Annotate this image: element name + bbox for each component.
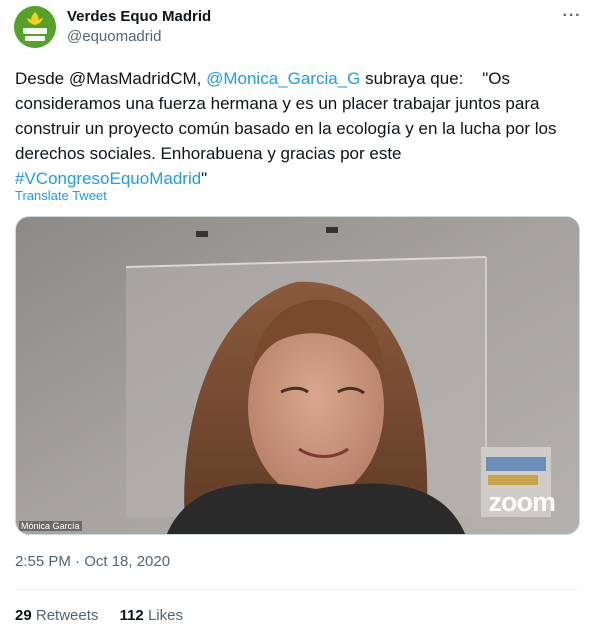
retweets-stat[interactable]: 29 Retweets (15, 607, 98, 624)
translate-tweet-link[interactable]: Translate Tweet (15, 188, 107, 203)
author-name[interactable]: Verdes Equo Madrid (67, 8, 211, 25)
retweets-label: Retweets (35, 607, 99, 624)
leaf-logo-icon (14, 6, 56, 48)
more-options-icon[interactable]: ··· (560, 6, 584, 26)
participant-name-caption: Mónica García (19, 521, 82, 531)
retweets-count: 29 (15, 607, 32, 624)
author-handle[interactable]: @equomadrid (67, 28, 161, 45)
engagement-stats: 29 Retweets 112 Likes (15, 607, 200, 624)
tweet-card: Verdes Equo Madrid @equomadrid ··· Desde… (0, 0, 594, 629)
mention-link[interactable]: @Monica_Garcia_G (206, 69, 360, 88)
tweet-text-part1: Desde @MasMadridCM, (15, 69, 207, 88)
avatar[interactable] (14, 6, 56, 48)
hashtag-link[interactable]: #VCongresoEquoMadrid (15, 169, 201, 188)
zoom-watermark: zoom (488, 487, 556, 517)
divider (15, 589, 580, 590)
video-media[interactable]: Mónica García zoom (15, 216, 580, 535)
likes-label: Likes (147, 607, 183, 624)
tweet-text-part3: " (201, 169, 208, 188)
likes-count: 112 (119, 607, 144, 624)
tweet-text: Desde @MasMadridCM, @Monica_Garcia_G sub… (15, 66, 580, 191)
tweet-timestamp[interactable]: 2:55 PM · Oct 18, 2020 (15, 553, 170, 570)
likes-stat[interactable]: 112 Likes (120, 607, 183, 624)
